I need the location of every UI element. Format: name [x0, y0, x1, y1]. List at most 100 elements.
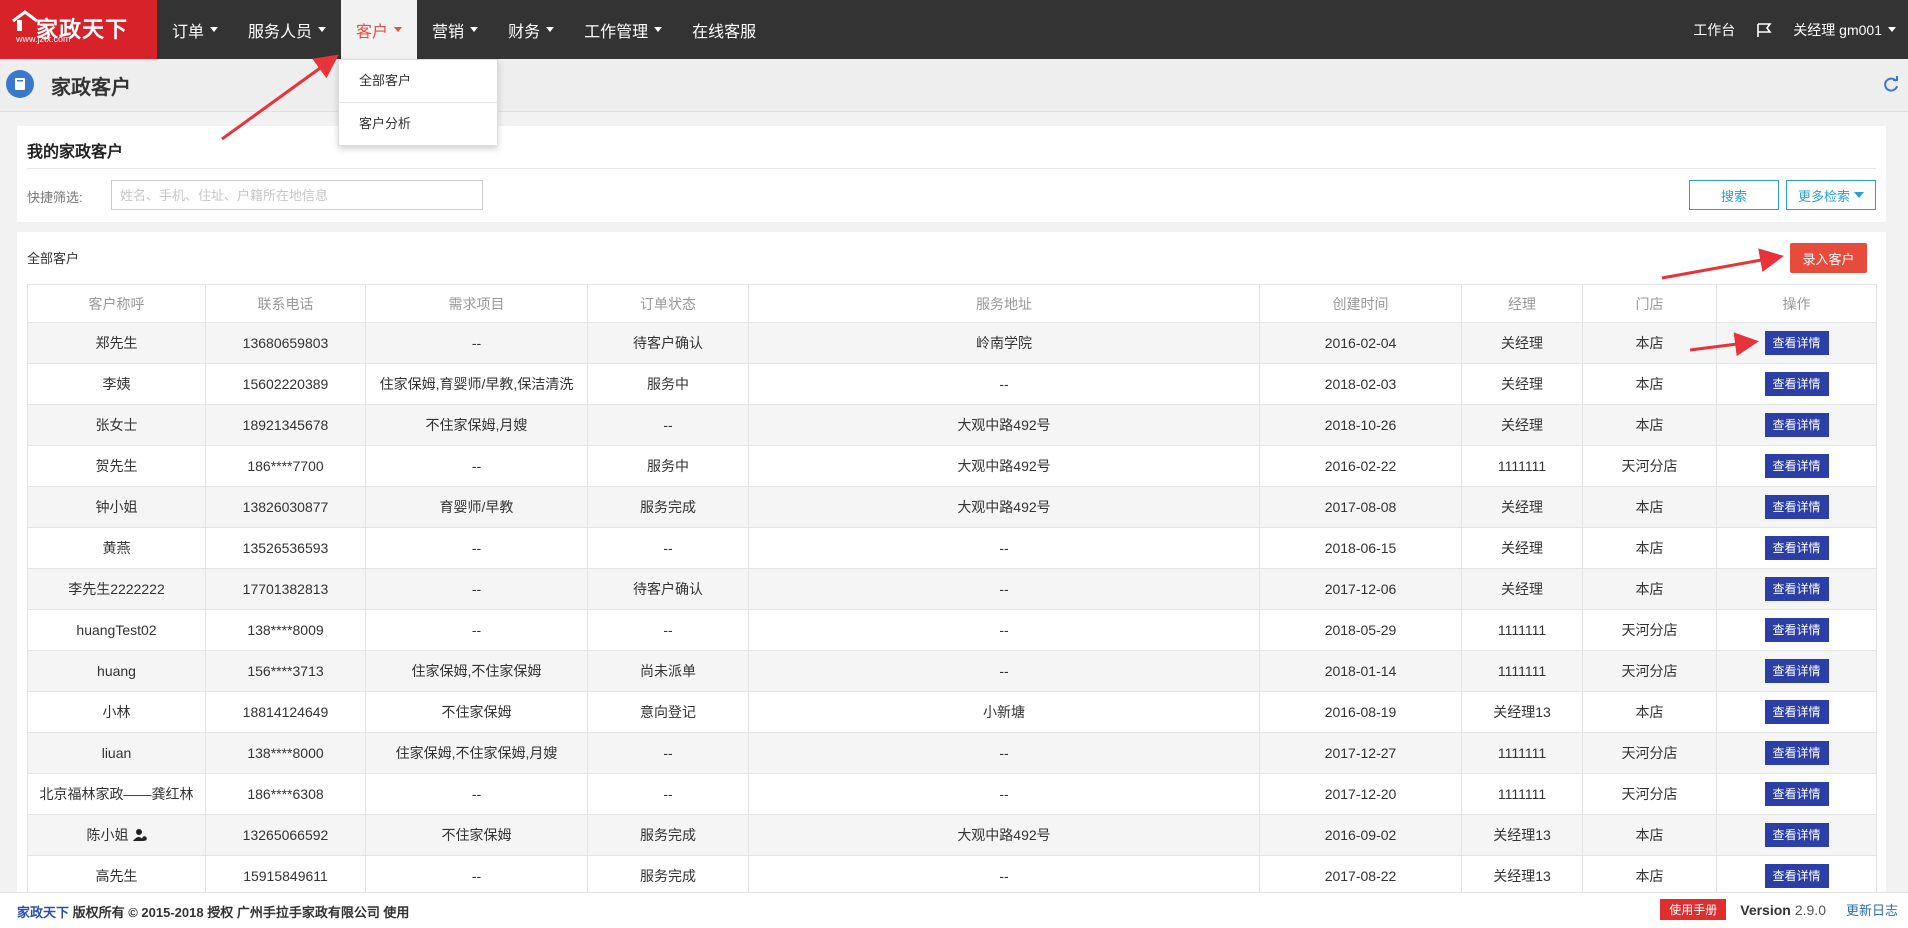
cell-phone: 186****7700: [205, 445, 366, 487]
user-menu[interactable]: 关经理 gm001: [1793, 20, 1896, 40]
cell-text: --: [663, 786, 673, 802]
more-search-button[interactable]: 更多检索: [1786, 180, 1876, 210]
view-detail-button[interactable]: 查看详情: [1764, 659, 1829, 683]
column-header-manager: 经理: [1461, 284, 1583, 323]
top-navbar: 家政天下 www.jztx.com 订单 服务人员 客户 营销 财务 工作管理 在线客服 工…: [0, 0, 1908, 59]
table-row[interactable]: 李姨 15602220389 住家保姆,育婴师/早教,保洁清洗 服务中 -- 2018-0…: [27, 363, 1877, 405]
workbench-link[interactable]: 工作台: [1693, 20, 1735, 40]
nav-item-customers[interactable]: 客户: [341, 0, 418, 59]
nav-item-orders[interactable]: 订单: [157, 0, 233, 59]
view-detail-button[interactable]: 查看详情: [1764, 536, 1829, 560]
table-row[interactable]: 张女士 18921345678 不住家保姆,月嫂 -- 大观中路492号 2018-10-…: [27, 404, 1877, 446]
view-detail-button[interactable]: 查看详情: [1764, 700, 1829, 724]
cell-text: 186****7700: [247, 458, 324, 474]
cell-created-at: 2017-08-22: [1259, 855, 1462, 892]
book-icon: [6, 70, 34, 98]
chevron-down-icon: [318, 27, 327, 32]
nav-item-work-management[interactable]: 工作管理: [569, 0, 677, 59]
chevron-down-icon: [394, 27, 403, 32]
search-button[interactable]: 搜索: [1689, 180, 1779, 210]
cell-name: 贺先生: [27, 445, 206, 487]
view-detail-button[interactable]: 查看详情: [1764, 372, 1829, 396]
cell-text: 大观中路492号: [957, 417, 1051, 433]
cell-order-status: 服务中: [587, 445, 749, 487]
table-row[interactable]: 李先生2222222 17701382813 -- 待客户确认 -- 2017-12-06…: [27, 568, 1877, 610]
cell-text: 18814124649: [242, 704, 329, 720]
view-detail-button[interactable]: 查看详情: [1764, 864, 1829, 888]
cell-text: 本店: [1635, 376, 1664, 392]
cell-manager: 关经理13: [1461, 855, 1583, 892]
add-customer-button[interactable]: 录入客户: [1790, 243, 1867, 273]
cell-address: --: [748, 527, 1260, 569]
nav-item-marketing[interactable]: 营销: [417, 0, 493, 59]
cell-address: --: [748, 363, 1260, 405]
chevron-down-icon: [470, 27, 479, 32]
cell-store: 本店: [1582, 568, 1717, 610]
user-manual-button[interactable]: 使用手册: [1660, 899, 1727, 920]
nav-item-label: 订单: [172, 23, 205, 41]
notification-flag-icon[interactable]: [1755, 22, 1773, 38]
table-row[interactable]: 小林 18814124649 不住家保姆 意向登记 小新塘 2016-08-19 关经理13…: [27, 691, 1877, 733]
cell-actions: 查看详情: [1716, 568, 1877, 610]
cell-text: liuan: [101, 745, 132, 761]
cell-text: 1111111: [1497, 458, 1547, 474]
refresh-icon[interactable]: [1882, 75, 1900, 93]
nav-item-finance[interactable]: 财务: [493, 0, 569, 59]
cell-text: 2018-01-14: [1324, 663, 1397, 679]
view-detail-button[interactable]: 查看详情: [1764, 782, 1829, 806]
table-row[interactable]: 贺先生 186****7700 -- 服务中 大观中路492号 2016-02-22 111…: [27, 445, 1877, 487]
nav-item-online-service[interactable]: 在线客服: [677, 0, 771, 59]
footer-brand[interactable]: 家政天下: [17, 905, 69, 920]
cell-order-status: --: [587, 732, 749, 774]
menu-item-customer-analysis[interactable]: 客户分析: [339, 102, 497, 145]
view-detail-button[interactable]: 查看详情: [1764, 823, 1829, 847]
column-header-created-at: 创建时间: [1259, 284, 1462, 323]
cell-manager: 关经理: [1461, 486, 1583, 528]
nav-item-label: 在线客服: [692, 23, 757, 41]
cell-store: 本店: [1582, 363, 1717, 405]
table-row[interactable]: 北京福林家政——龚红林 186****6308 -- -- -- 2017-12-20 11…: [27, 773, 1877, 815]
cell-address: 岭南学院: [748, 322, 1260, 364]
menu-item-all-customers[interactable]: 全部客户: [339, 60, 497, 102]
logo[interactable]: 家政天下 www.jztx.com: [0, 0, 157, 59]
table-row[interactable]: 高先生 15915849611 -- 服务完成 -- 2017-08-22 关经理13 本店 查…: [27, 855, 1877, 892]
cell-service-items: --: [365, 527, 588, 569]
cell-service-items: --: [365, 568, 588, 610]
view-detail-button[interactable]: 查看详情: [1764, 331, 1829, 355]
view-detail-button[interactable]: 查看详情: [1764, 741, 1829, 765]
cell-phone: 13265066592: [205, 814, 366, 856]
cell-store: 本店: [1582, 527, 1717, 569]
cell-text: 13526536593: [242, 540, 329, 556]
cell-text: --: [471, 868, 482, 884]
cell-address: --: [748, 609, 1260, 651]
view-detail-button[interactable]: 查看详情: [1764, 454, 1829, 478]
table-row[interactable]: 陈小姐 13265066592 不住家保姆 服务完成 大观中路492号 2016-09-0…: [27, 814, 1877, 856]
customer-list-panel: 全部客户 录入客户 客户称呼 联系电话 需求项目 订单状态 服务地址 创建时间 经理 门店 操作…: [17, 232, 1886, 892]
cell-address: 大观中路492号: [748, 404, 1260, 446]
table-row[interactable]: 黄燕 13526536593 -- -- -- 2018-06-15 关经理 本店 查看详情: [27, 527, 1877, 569]
cell-text: 尚未派单: [640, 663, 696, 679]
cell-manager: 1111111: [1461, 650, 1583, 692]
nav-item-staff[interactable]: 服务人员: [233, 0, 341, 59]
cell-text: 本店: [1635, 704, 1664, 720]
cell-name: 钟小姐: [27, 486, 206, 528]
cell-actions: 查看详情: [1716, 814, 1877, 856]
changelog-link[interactable]: 更新日志: [1846, 900, 1898, 919]
table-row[interactable]: huang 156****3713 住家保姆,不住家保姆 尚未派单 -- 2018-01-…: [27, 650, 1877, 692]
cell-text: --: [663, 622, 673, 638]
view-detail-button[interactable]: 查看详情: [1764, 618, 1829, 642]
view-detail-button[interactable]: 查看详情: [1764, 495, 1829, 519]
version-label: Version: [1740, 901, 1791, 918]
table-row[interactable]: liuan 138****8000 住家保姆,不住家保姆,月嫂 -- -- 2017-12…: [27, 732, 1877, 774]
cell-text: 小新塘: [983, 704, 1025, 720]
cell-service-items: 不住家保姆: [365, 814, 588, 856]
view-detail-button[interactable]: 查看详情: [1764, 413, 1829, 437]
nav-item-label: 服务人员: [248, 23, 313, 41]
quick-filter-input[interactable]: [111, 180, 483, 210]
cell-text: 15915849611: [243, 868, 328, 884]
table-row[interactable]: 钟小姐 13826030877 育婴师/早教 服务完成 大观中路492号 2017-08-…: [27, 486, 1877, 528]
view-detail-button[interactable]: 查看详情: [1764, 577, 1829, 601]
cell-created-at: 2016-02-22: [1259, 445, 1462, 487]
table-row[interactable]: huangTest02 138****8009 -- -- -- 2018-05-29 11…: [27, 609, 1877, 651]
table-row[interactable]: 郑先生 13680659803 -- 待客户确认 岭南学院 2016-02-04 关经理 本店…: [27, 322, 1877, 364]
